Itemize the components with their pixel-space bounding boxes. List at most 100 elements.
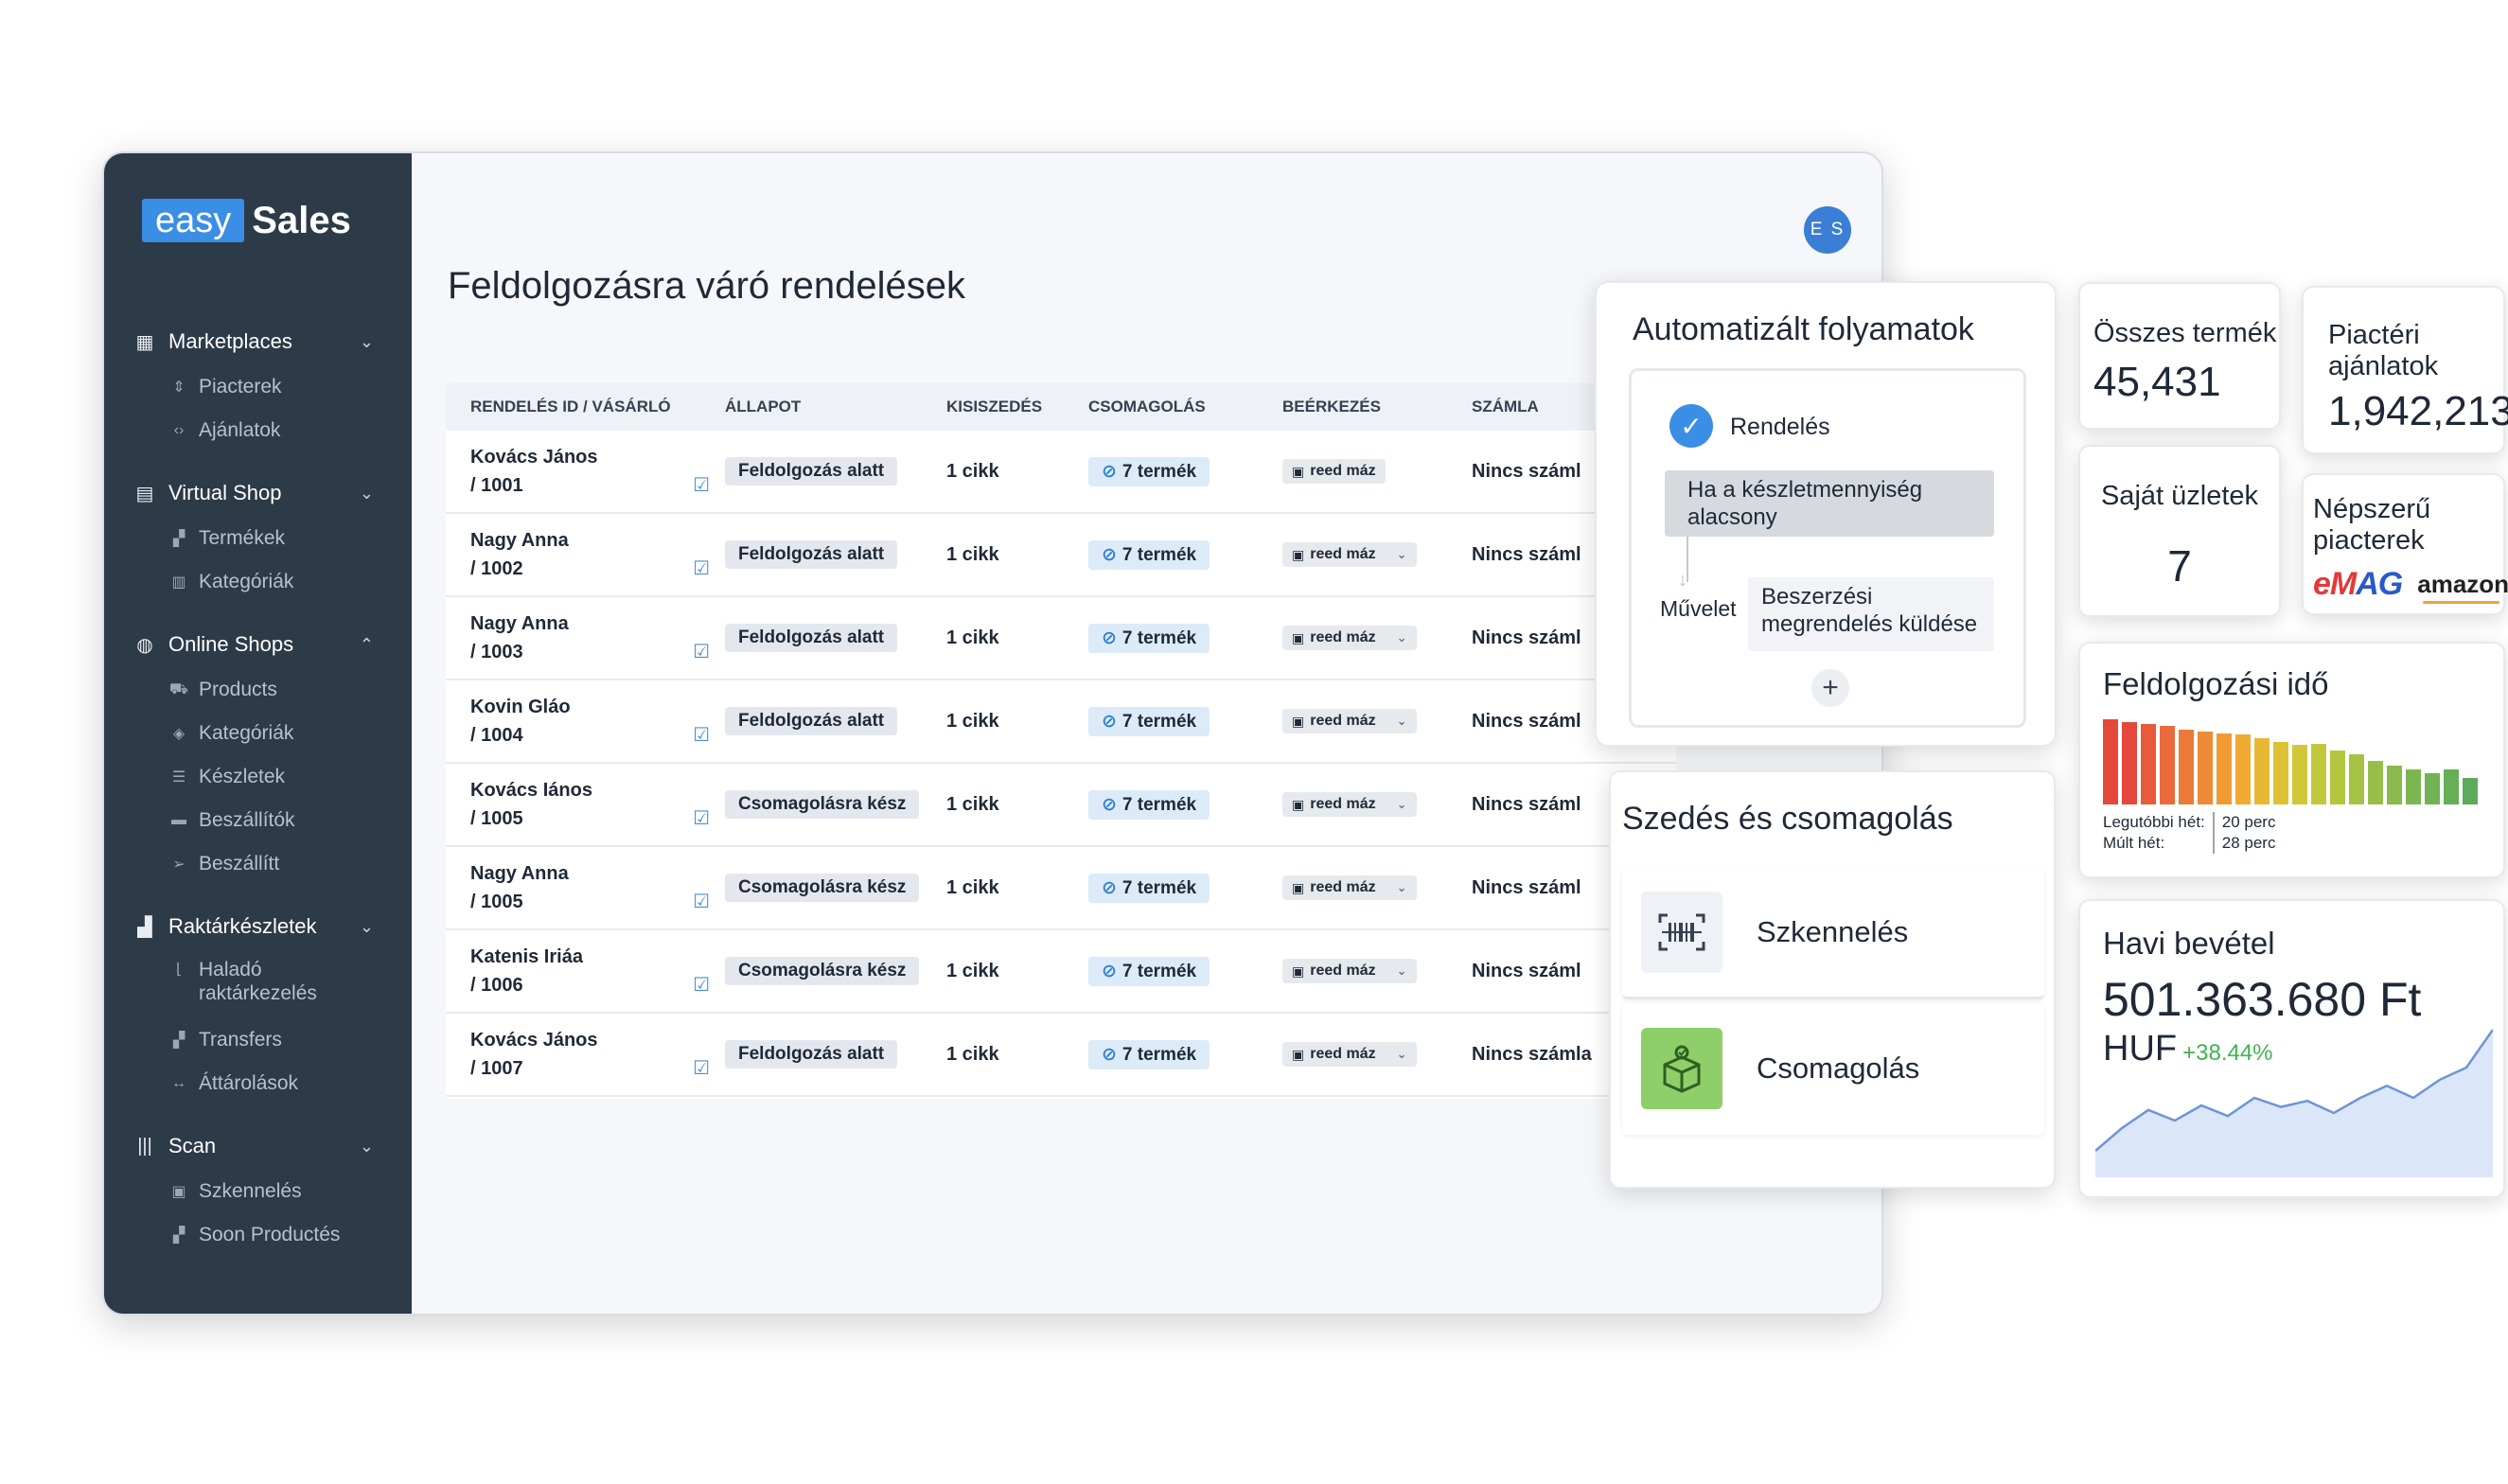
packing-badge[interactable]: ⊘ 7 termék	[1088, 873, 1210, 903]
sidebar-item-keszletek[interactable]: ☰ Készletek	[104, 755, 412, 799]
table-row[interactable]: Kovács János/ 1001 ☑ Feldolgozás alatt 1 ci…	[446, 431, 1676, 514]
sidebar-item-kategoriak-online[interactable]: ◈ Kategóriák	[104, 712, 412, 755]
amazon-logo[interactable]: amazon	[2417, 570, 2508, 604]
sidebar-item-soon-productes[interactable]: ▞ Soon Productés	[104, 1213, 412, 1257]
order-id[interactable]: / 1003	[470, 638, 725, 666]
arrival-select[interactable]: ▣ reed máz ⌄	[1282, 875, 1417, 900]
buyer-name[interactable]: Nagy Anna	[470, 526, 725, 555]
chevron-down-icon[interactable]: ⌄	[360, 917, 374, 937]
sidebar-item-products[interactable]: ⛟ Products	[104, 668, 412, 712]
sidebar-item-beszallitok[interactable]: ▬ Beszállítók	[104, 799, 412, 842]
col-arrival[interactable]: BEÉRKEZÉS	[1282, 398, 1472, 416]
arrival-select[interactable]: ▣ reed máz ⌄	[1282, 959, 1417, 983]
sidebar-item-termekek[interactable]: ▞ Termékek	[104, 517, 412, 560]
avatar[interactable]: E S	[1804, 206, 1851, 254]
checkbox-checked-icon[interactable]: ☑	[693, 640, 710, 663]
checkbox-checked-icon[interactable]: ☑	[693, 1056, 710, 1080]
order-id[interactable]: / 1007	[470, 1054, 725, 1083]
packing-badge[interactable]: ⊘ 7 termék	[1088, 456, 1210, 486]
checkbox-checked-icon[interactable]: ☑	[693, 806, 710, 830]
buyer-name[interactable]: Kovács János	[470, 443, 725, 471]
flow-condition[interactable]: Ha a készletmennyiség alacsony	[1665, 470, 1994, 537]
automation-flow: ✓ Rendelés Ha a készletmennyiség alacson…	[1629, 368, 2026, 728]
nav-virtual-shop[interactable]: ▤ Virtual Shop ⌄	[104, 469, 412, 517]
checkbox-checked-icon[interactable]: ☑	[693, 890, 710, 913]
order-cell: Kovin Gláo/ 1004 ☑	[446, 693, 725, 750]
packing-badge[interactable]: ⊘ 7 termék	[1088, 539, 1210, 570]
table-row[interactable]: Kovács János/ 1007 ☑ Feldolgozás alatt 1 ci…	[446, 1014, 1676, 1097]
tag-icon: ⊘	[1102, 711, 1117, 732]
col-packing[interactable]: CSOMAGOLÁS	[1088, 398, 1282, 416]
nav-scan[interactable]: ||| Scan ⌄	[104, 1122, 412, 1170]
flow-action[interactable]: Beszerzési megrendelés küldése	[1748, 577, 1994, 651]
sidebar-item-beszallitt[interactable]: ➢ Beszállítt	[104, 842, 412, 886]
easysales-logo[interactable]: easy Sales	[142, 199, 412, 242]
packing-badge[interactable]: ⊘ 7 termék	[1088, 956, 1210, 986]
nav-marketplaces[interactable]: ▦ Marketplaces ⌄	[104, 318, 412, 365]
arrival-select[interactable]: ▣ reed máz ⌄	[1282, 792, 1417, 817]
sidebar-item-halado-raktarkezeles[interactable]: ⌊ Haladó raktárkezelés	[104, 950, 412, 1018]
arrival-select[interactable]: ▣ reed máz ⌄	[1282, 709, 1417, 733]
prev-week-label: Múlt hét:	[2103, 834, 2165, 852]
nav-raktarkeszletek[interactable]: ▟ Raktárkészletek ⌄	[104, 903, 412, 950]
sidebar-item-ajanlatok[interactable]: ‹› Ajánlatok	[104, 409, 412, 452]
col-order-id[interactable]: RENDELÉS ID / VÁSÁRLÓ	[446, 398, 725, 416]
buyer-name[interactable]: Kovács János	[470, 1026, 725, 1054]
status-badge[interactable]: Feldolgozás alatt	[725, 707, 898, 735]
checkbox-checked-icon[interactable]: ☑	[693, 973, 710, 997]
flow-trigger[interactable]: Rendelés	[1730, 414, 1830, 441]
checkbox-checked-icon[interactable]: ☑	[693, 473, 710, 497]
sidebar-item-transfers[interactable]: ▞ Transfers	[104, 1018, 412, 1062]
arrival-select[interactable]: ▣ reed máz	[1282, 459, 1386, 484]
sidebar-item-szkenneles[interactable]: ▣ Szkennelés	[104, 1170, 412, 1213]
buyer-name[interactable]: Nagy Anna	[470, 859, 725, 888]
arrival-select[interactable]: ▣ reed máz ⌄	[1282, 626, 1417, 650]
table-row[interactable]: Kovin Gláo/ 1004 ☑ Feldolgozás alatt 1 cikk…	[446, 680, 1676, 764]
table-row[interactable]: Nagy Anna/ 1003 ☑ Feldolgozás alatt 1 cikk ⊘…	[446, 597, 1676, 680]
sidebar-item-attarolasok[interactable]: ↔ Áttárolások	[104, 1062, 412, 1105]
order-id[interactable]: / 1002	[470, 555, 725, 583]
arrival-select[interactable]: ▣ reed máz ⌄	[1282, 542, 1417, 567]
status-badge[interactable]: Csomagolásra kész	[725, 790, 920, 819]
chevron-down-icon[interactable]: ⌄	[360, 1137, 374, 1157]
chevron-up-icon[interactable]: ⌃	[360, 635, 374, 655]
status-badge[interactable]: Csomagolásra kész	[725, 957, 920, 985]
status-badge[interactable]: Feldolgozás alatt	[725, 624, 898, 652]
packing-item[interactable]: Csomagolás	[1622, 1002, 2044, 1135]
packing-badge[interactable]: ⊘ 7 termék	[1088, 623, 1210, 653]
order-id[interactable]: / 1004	[470, 721, 725, 750]
col-picking[interactable]: KISISZEDÉS	[946, 398, 1088, 416]
order-id[interactable]: / 1001	[470, 471, 725, 500]
status-badge[interactable]: Csomagolásra kész	[725, 874, 920, 902]
buyer-name[interactable]: Kovács Iános	[470, 776, 725, 804]
table-row[interactable]: Nagy Anna/ 1002 ☑ Feldolgozás alatt 1 cikk ⊘…	[446, 514, 1676, 597]
status-badge[interactable]: Feldolgozás alatt	[725, 1040, 898, 1069]
buyer-name[interactable]: Kovin Gláo	[470, 693, 725, 721]
table-row[interactable]: Katenis Iriáa/ 1006 ☑ Csomagolásra kész 1 c…	[446, 930, 1676, 1014]
order-id[interactable]: / 1006	[470, 971, 725, 999]
sidebar-item-kategoriak[interactable]: ▥ Kategóriák	[104, 560, 412, 604]
table-row[interactable]: Nagy Anna/ 1005 ☑ Csomagolásra kész 1 cikk ⊘…	[446, 847, 1676, 930]
checkbox-checked-icon[interactable]: ☑	[693, 556, 710, 580]
order-id[interactable]: / 1005	[470, 888, 725, 916]
table-row[interactable]: Kovács Iános/ 1005 ☑ Csomagolásra kész 1 ci…	[446, 764, 1676, 847]
chevron-down-icon[interactable]: ⌄	[360, 484, 374, 504]
col-status[interactable]: ÁLLAPOT	[725, 398, 946, 416]
nav-online-shops[interactable]: ◍ Online Shops ⌃	[104, 621, 412, 668]
chevron-down-icon[interactable]: ⌄	[360, 332, 374, 352]
add-step-button[interactable]: +	[1811, 669, 1849, 707]
arrival-select[interactable]: ▣ reed máz ⌄	[1282, 1042, 1417, 1067]
emag-logo[interactable]: eMAG	[2313, 566, 2403, 603]
status-badge[interactable]: Feldolgozás alatt	[725, 457, 898, 486]
packing-badge[interactable]: ⊘ 7 termék	[1088, 789, 1210, 820]
packing-badge[interactable]: ⊘ 7 termék	[1088, 1039, 1210, 1069]
scanning-item[interactable]: Szkennelés	[1622, 867, 2044, 999]
buyer-name[interactable]: Nagy Anna	[470, 610, 725, 638]
order-id[interactable]: / 1005	[470, 804, 725, 833]
sidebar-item-piacterek[interactable]: ⇕ Piacterek	[104, 365, 412, 409]
status-badge[interactable]: Feldolgozás alatt	[725, 540, 898, 569]
package-icon	[1641, 1028, 1722, 1109]
checkbox-checked-icon[interactable]: ☑	[693, 723, 710, 747]
packing-badge[interactable]: ⊘ 7 termék	[1088, 706, 1210, 736]
buyer-name[interactable]: Katenis Iriáa	[470, 943, 725, 971]
